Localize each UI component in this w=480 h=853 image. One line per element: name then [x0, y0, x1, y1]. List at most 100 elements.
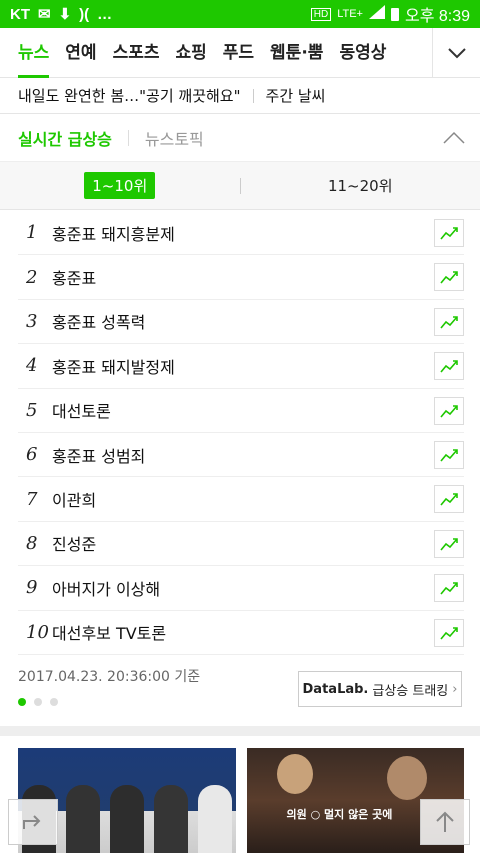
tab-news[interactable]: 뉴스	[10, 28, 57, 78]
tab-webtoon[interactable]: 웹툰·뿜	[262, 28, 331, 78]
ranking-row[interactable]: 1 홍준표 돼지흥분제	[18, 211, 464, 256]
rank-number: 4	[26, 355, 38, 377]
more-notifications-icon: …	[97, 5, 113, 23]
divider	[127, 129, 129, 146]
rank-number: 3	[26, 310, 38, 332]
rank-number: 9	[26, 577, 38, 599]
tab-video[interactable]: 동영상	[331, 28, 394, 78]
weekly-weather-link[interactable]: 주간 날씨	[266, 85, 326, 106]
ranking-row[interactable]: 3 홍준표 성폭력	[18, 300, 464, 345]
trend-chart-button[interactable]	[434, 263, 464, 292]
keyword[interactable]: 홍준표 성폭력	[52, 309, 145, 333]
trend-chart-button[interactable]	[434, 307, 464, 336]
thumbnail-caption: 의원 ○ 멀지 않은 곳에	[286, 808, 393, 821]
thumbnail-face	[276, 754, 313, 794]
headline-bar: 내일도 완연한 봄…"공기 깨끗해요" 주간 날씨	[0, 78, 480, 114]
keyword[interactable]: 이관희	[52, 487, 96, 511]
trend-chart-icon	[440, 582, 458, 595]
timestamp: 2017.04.23. 20:36:00 기준	[18, 669, 201, 685]
more-tabs-button[interactable]	[432, 28, 480, 78]
trend-chart-button[interactable]	[434, 574, 464, 603]
rank-number: 7	[26, 488, 38, 510]
trend-chart-button[interactable]	[434, 440, 464, 469]
share-button[interactable]	[8, 799, 58, 845]
ranking-row[interactable]: 2 홍준표	[18, 255, 464, 300]
trend-chart-button[interactable]	[434, 219, 464, 247]
ranking-row[interactable]: 7 이관희	[18, 477, 464, 522]
ranking-row[interactable]: 9 아버지가 이상해	[18, 566, 464, 611]
ranking-list: 1 홍준표 돼지흥분제 2 홍준표 3 홍준표 성폭력 4 홍준표 돼지발정제 5 대선토…	[18, 211, 464, 655]
mail-icon: ✉	[38, 6, 51, 23]
status-bar: KT ✉ ⬇ )( … HD LTE+ 오후 8:39	[0, 0, 480, 28]
ranking-row[interactable]: 8 진성준	[18, 522, 464, 567]
page-dot[interactable]	[34, 698, 42, 706]
category-tabs: 뉴스 연예 스포츠 쇼핑 푸드 웹툰·뿜 동영상	[0, 28, 480, 78]
rank-number: 10	[26, 621, 49, 643]
trend-chart-icon	[440, 315, 458, 329]
trend-chart-icon	[440, 360, 458, 373]
trend-chart-button[interactable]	[434, 529, 464, 558]
headline-link[interactable]: 내일도 완연한 봄…"공기 깨끗해요"	[18, 85, 241, 106]
ranking-row[interactable]: 5 대선토론	[18, 389, 464, 433]
news-thumbnails: 의원 ○ 멀지 않은 곳에	[18, 748, 464, 853]
datalab-label: 급상승 트래킹	[372, 683, 449, 699]
rank-number: 1	[26, 222, 38, 244]
battery-icon	[390, 7, 399, 21]
scroll-top-button[interactable]	[420, 799, 470, 845]
trend-chart-icon	[440, 626, 458, 640]
page-dot-active[interactable]	[18, 698, 26, 706]
chevron-down-icon	[447, 48, 466, 59]
page-dot[interactable]	[50, 698, 58, 706]
trend-chart-icon	[440, 227, 458, 240]
keyword[interactable]: 아버지가 이상해	[52, 576, 160, 600]
rank-number: 6	[26, 444, 38, 466]
trend-chart-button[interactable]	[434, 396, 464, 425]
download-icon: ⬇	[58, 6, 72, 23]
section-divider	[0, 726, 480, 736]
share-icon	[23, 815, 41, 829]
trend-chart-icon	[440, 404, 458, 418]
signal-icon	[368, 4, 385, 24]
vibrate-icon: )(	[79, 5, 90, 23]
keyword[interactable]: 홍준표 돼지흥분제	[52, 221, 175, 245]
keyword[interactable]: 홍준표	[52, 265, 96, 289]
ranking-row[interactable]: 6 홍준표 성범죄	[18, 433, 464, 478]
keyword[interactable]: 진성준	[52, 531, 96, 555]
keyword[interactable]: 홍준표 성범죄	[52, 443, 145, 467]
thumbnail-figure	[110, 785, 144, 853]
page-indicator	[18, 698, 58, 706]
tab-rank-11-20[interactable]: 11~20위	[241, 175, 480, 196]
ranking-row[interactable]: 4 홍준표 돼지발정제	[18, 344, 464, 389]
tab-realtime-rising[interactable]: 실시간 급상승	[18, 126, 112, 150]
keyword[interactable]: 대선토론	[52, 398, 111, 422]
tab-news-topic[interactable]: 뉴스토픽	[145, 126, 204, 150]
trend-chart-button[interactable]	[434, 352, 464, 381]
section-tabs: 실시간 급상승 뉴스토픽	[0, 114, 480, 162]
trend-chart-button[interactable]	[434, 485, 464, 514]
ranking-row[interactable]: 10 대선후보 TV토론	[18, 611, 464, 655]
keyword[interactable]: 홍준표 돼지발정제	[52, 354, 175, 378]
chevron-up-icon	[443, 131, 465, 144]
network-label: LTE+	[337, 8, 363, 20]
thumbnail-figure	[66, 785, 100, 853]
trend-chart-icon	[440, 537, 458, 551]
tab-entertainment[interactable]: 연예	[57, 28, 104, 78]
arrow-up-icon	[436, 811, 454, 832]
tab-sports[interactable]: 스포츠	[105, 28, 168, 78]
trend-chart-icon	[440, 493, 458, 506]
thumbnail-figure	[198, 785, 232, 853]
tab-rank-1-10[interactable]: 1~10위	[0, 172, 240, 199]
collapse-button[interactable]	[442, 126, 466, 150]
trend-chart-button[interactable]	[434, 618, 464, 647]
clock: 오후 8:39	[404, 8, 470, 25]
trend-chart-icon	[440, 271, 458, 284]
trend-chart-icon	[440, 449, 458, 462]
divider	[252, 88, 254, 103]
rank-number: 2	[26, 266, 38, 288]
tab-food[interactable]: 푸드	[215, 28, 262, 78]
hd-icon: HD	[310, 7, 332, 21]
tab-shopping[interactable]: 쇼핑	[167, 28, 214, 78]
datalab-tracking-button[interactable]: DataLab. 급상승 트래킹 ›	[298, 671, 462, 707]
carrier-label: KT	[10, 5, 30, 23]
keyword[interactable]: 대선후보 TV토론	[52, 620, 166, 644]
